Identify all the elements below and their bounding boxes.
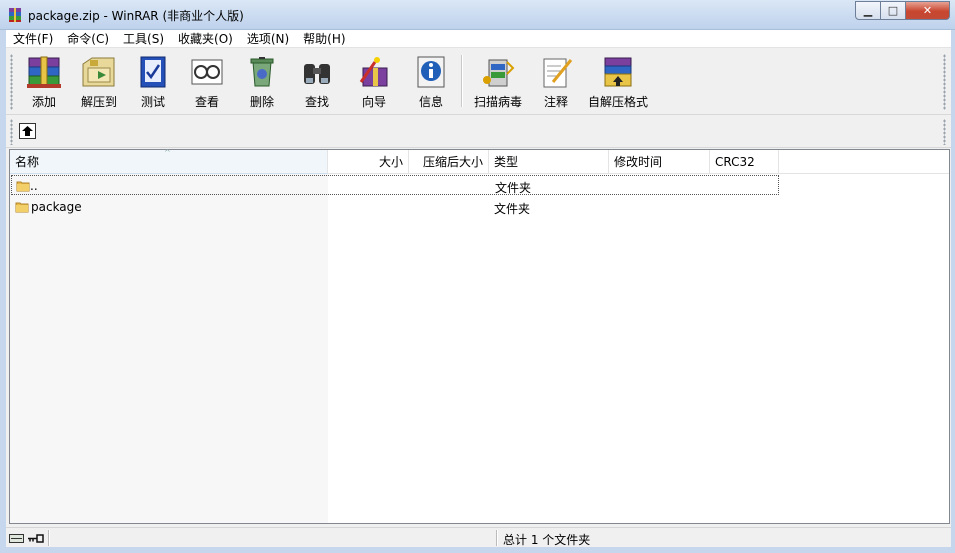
add-button[interactable]: 添加 [22,53,66,111]
scan-virus-label: 扫描病毒 [473,95,522,109]
extract-to-button[interactable]: 解压到 [76,53,122,111]
column-packed-size[interactable]: 压缩后大小 [409,150,489,174]
toolbar-separator [461,55,463,107]
menu-options[interactable]: 选项(N) [240,30,296,48]
status-divider [496,530,498,546]
window-client: 文件(F) 命令(C) 工具(S) 收藏夹(O) 选项(N) 帮助(H) 添加 [6,30,951,547]
column-modified[interactable]: 修改时间 [609,150,710,174]
maximize-button[interactable]: □ [881,1,906,20]
view-label: 查看 [194,95,219,109]
column-name[interactable]: ^ 名称 [10,148,328,174]
comment-button[interactable]: 注释 [536,53,576,111]
file-type: 文件夹 [494,202,531,216]
status-icons [9,531,45,546]
test-icon [140,56,166,88]
toolbar-grip-right[interactable] [943,54,946,110]
addressbar-grip-right[interactable] [943,119,946,145]
delete-button[interactable]: 删除 [242,53,282,111]
list-item[interactable]: .. 文件夹 [11,175,779,195]
close-icon: ✕ [922,4,933,17]
menu-help[interactable]: 帮助(H) [296,30,352,48]
find-label: 查找 [304,95,329,109]
file-name: package [31,200,82,214]
extract-to-icon [82,57,115,87]
delete-icon [250,57,274,87]
window-controls: ▁ □ ✕ [855,1,950,20]
add-label: 添加 [31,95,56,109]
comment-label: 注释 [543,95,568,109]
addressbar-grip[interactable] [10,119,13,145]
delete-label: 删除 [249,95,274,109]
scan-virus-button[interactable]: 扫描病毒 [471,53,525,111]
status-divider [48,530,50,546]
name-column-highlight [10,174,328,523]
list-header: ^ 名称 大小 压缩后大小 类型 修改时间 CRC32 [10,148,949,174]
find-button[interactable]: 查找 [297,53,337,111]
key-icon[interactable] [27,534,44,543]
menu-bar: 文件(F) 命令(C) 工具(S) 收藏夹(O) 选项(N) 帮助(H) [6,30,951,48]
window-frame: 文件(F) 命令(C) 工具(S) 收藏夹(O) 选项(N) 帮助(H) 添加 [0,30,955,553]
status-bar: 总计 1 个文件夹 [6,527,951,547]
file-name: .. [30,179,38,193]
list-item[interactable]: package 文件夹 [10,197,949,217]
test-label: 测试 [140,95,165,109]
wizard-icon [359,57,388,87]
test-button[interactable]: 测试 [132,53,174,111]
sfx-icon [604,57,632,87]
info-label: 信息 [418,95,443,109]
status-summary: 总计 1 个文件夹 [503,533,591,547]
sfx-label: 自解压格式 [587,95,648,109]
minimize-button[interactable]: ▁ [855,1,881,20]
file-list[interactable]: ^ 名称 大小 压缩后大小 类型 修改时间 CRC32 .. 文件夹 packa… [9,148,950,524]
folder-icon [15,202,29,213]
menu-favorites[interactable]: 收藏夹(O) [171,30,240,48]
file-type: 文件夹 [495,181,532,195]
column-size[interactable]: 大小 [328,150,409,174]
wizard-label: 向导 [361,95,386,109]
info-icon [417,56,445,88]
drive-icon[interactable] [9,533,24,544]
menu-tools[interactable]: 工具(S) [116,30,171,48]
folder-up-icon [16,181,30,192]
comment-icon [543,58,573,88]
menu-file[interactable]: 文件(F) [6,30,60,48]
title-bar: package.zip - WinRAR (非商业个人版) ▁ □ ✕ [0,0,955,30]
scan-virus-icon [483,59,515,87]
up-arrow-icon [22,126,33,136]
view-button[interactable]: 查看 [186,53,228,111]
column-crc32[interactable]: CRC32 [710,150,779,174]
view-icon [191,59,223,85]
add-archive-icon [27,56,61,88]
sort-ascending-icon: ^ [164,148,171,157]
winrar-app-icon [9,8,21,22]
wizard-button[interactable]: 向导 [354,53,394,111]
address-bar [6,116,951,148]
maximize-icon: □ [887,4,899,17]
window-title: package.zip - WinRAR (非商业个人版) [28,9,244,23]
extract-to-label: 解压到 [80,95,117,109]
toolbar: 添加 解压到 测试 查看 删除 查找 向导 信息 扫描病毒 注释 自解压格式 [6,49,951,115]
find-icon [304,64,330,84]
sfx-button[interactable]: 自解压格式 [584,53,652,111]
close-button[interactable]: ✕ [906,1,950,20]
up-folder-button[interactable] [19,123,36,139]
toolbar-grip[interactable] [10,54,13,110]
column-type[interactable]: 类型 [489,150,609,174]
menu-commands[interactable]: 命令(C) [60,30,116,48]
info-button[interactable]: 信息 [411,53,451,111]
minimize-icon: ▁ [863,4,873,17]
